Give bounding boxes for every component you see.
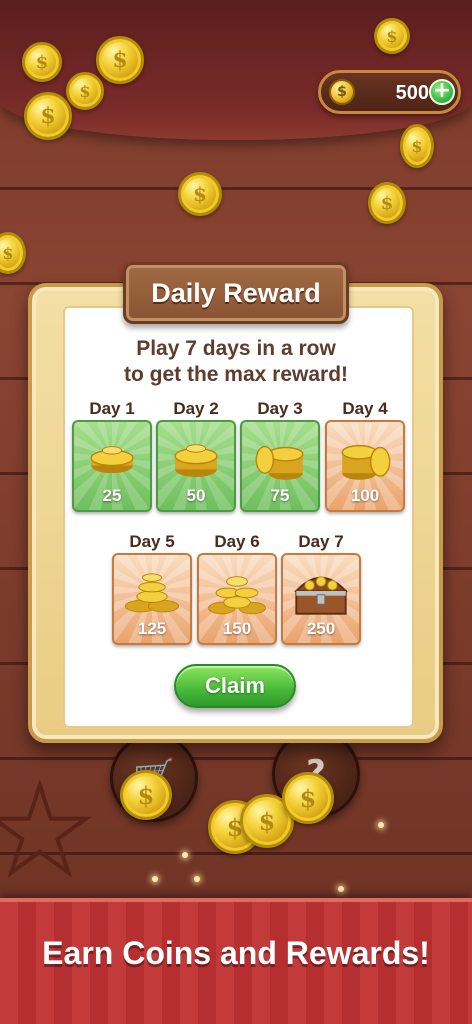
coin-icon: $ xyxy=(374,18,410,54)
coin-icon: $ xyxy=(400,124,434,168)
reward-amount: 125 xyxy=(137,619,167,638)
coin-stack-icon xyxy=(341,444,391,480)
coin-icon: $ xyxy=(22,42,62,82)
day-label: Day 1 xyxy=(89,399,135,418)
reward-amount: 25 xyxy=(102,486,122,505)
coin-icon: $ xyxy=(282,772,334,824)
dialog-subtitle: Play 7 days in a row to get the max rewa… xyxy=(90,336,382,388)
sparkle xyxy=(378,822,384,828)
promo-banner-text: Earn Coins and Rewards! xyxy=(42,935,430,971)
day-label: Day 5 xyxy=(129,532,175,551)
reward-amount: 50 xyxy=(186,486,206,505)
coin-stack-icon xyxy=(174,444,218,477)
subtitle-line: Play 7 days in a row xyxy=(136,337,336,360)
reward-tile-day-1[interactable]: 25 xyxy=(72,420,152,512)
sparkle xyxy=(182,852,188,858)
coin-icon: $ xyxy=(66,72,104,110)
coin-icon: $ xyxy=(0,232,26,274)
reward-amount: 100 xyxy=(350,486,380,505)
reward-tile-day-4[interactable]: 100 xyxy=(325,420,405,512)
coin-stack-icon xyxy=(90,446,134,474)
reward-tile-day-7[interactable]: 250 xyxy=(281,553,361,645)
coin-pile-icon xyxy=(208,576,266,615)
coin-icon: $ xyxy=(24,92,72,140)
sparkle xyxy=(152,876,158,882)
reward-tile-day-6[interactable]: 150 xyxy=(197,553,277,645)
day-label: Day 7 xyxy=(298,532,344,551)
coin-icon: $ xyxy=(368,182,406,224)
claim-button[interactable]: Claim xyxy=(174,664,296,708)
reward-tile-day-3[interactable]: 75 xyxy=(240,420,320,512)
coin-pile-icon xyxy=(124,573,180,613)
coin-balance-value: 500 xyxy=(395,82,429,104)
coin-icon: $ xyxy=(120,770,172,820)
add-coins-button[interactable]: + xyxy=(429,79,455,105)
dialog-title: Daily Reward xyxy=(123,262,349,324)
dollar-coin-icon: $ xyxy=(329,79,355,105)
day-label: Day 4 xyxy=(342,399,388,418)
reward-tile-day-2[interactable]: 50 xyxy=(156,420,236,512)
coin-icon: $ xyxy=(178,172,222,216)
coin-balance-counter: $ 500 + xyxy=(318,70,461,114)
day-label: Day 3 xyxy=(257,399,303,418)
star-decoration: ★ xyxy=(0,762,96,901)
sparkle xyxy=(194,876,200,882)
subtitle-line: to get the max reward! xyxy=(123,363,349,386)
day-label: Day 2 xyxy=(173,399,219,418)
treasure-chest-icon xyxy=(294,576,348,615)
sparkle xyxy=(338,886,344,892)
day-label: Day 6 xyxy=(214,532,260,551)
reward-amount: 250 xyxy=(306,619,336,638)
coin-stack-icon xyxy=(255,445,304,480)
reward-amount: 150 xyxy=(222,619,252,638)
reward-tile-day-5[interactable]: 125 xyxy=(112,553,192,645)
reward-amount: 75 xyxy=(270,486,290,505)
coin-icon: $ xyxy=(96,36,144,84)
